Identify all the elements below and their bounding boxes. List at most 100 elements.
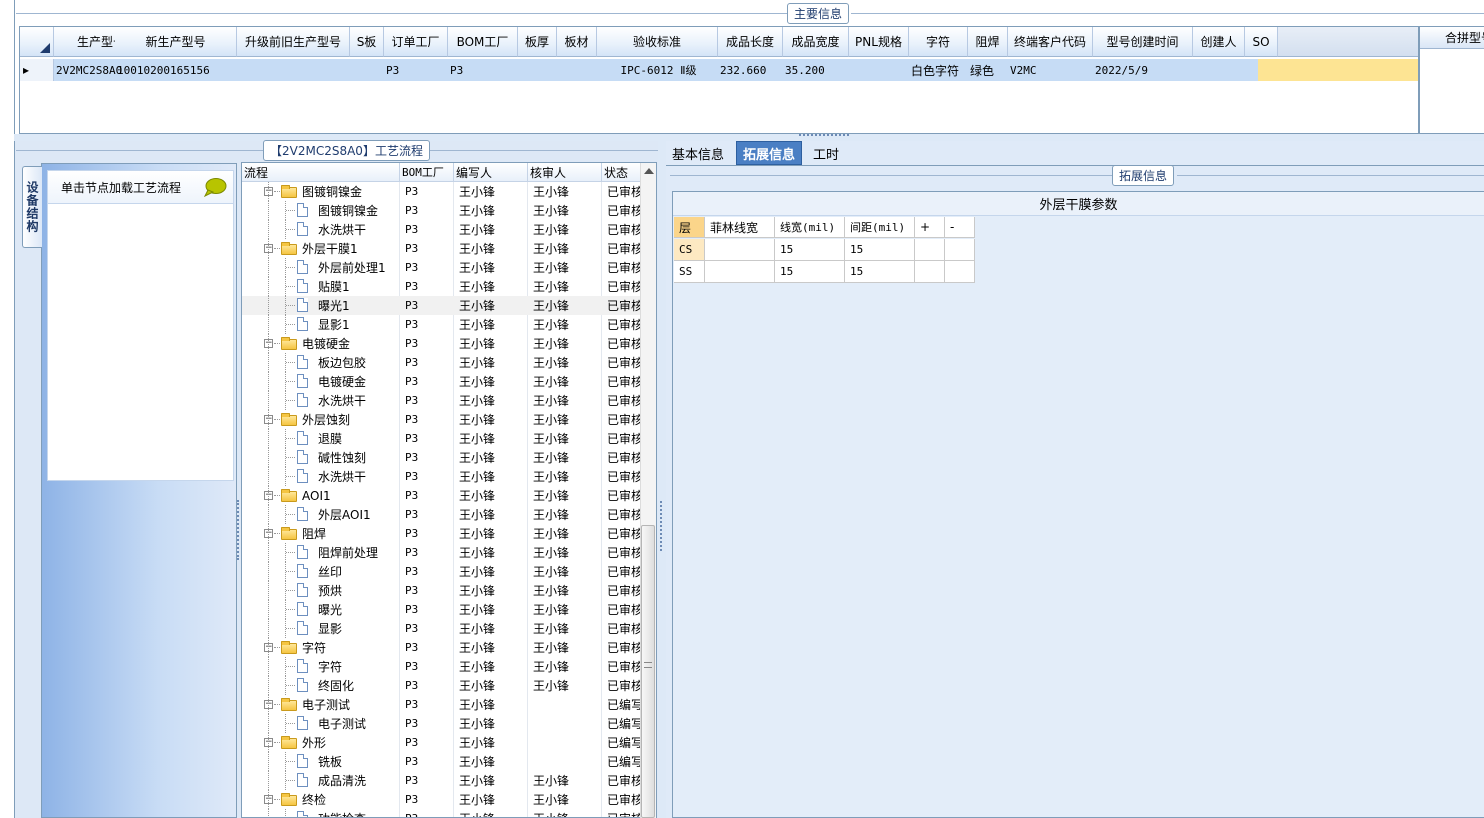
tab-work-hours[interactable]: 工时 xyxy=(807,141,845,165)
tree-node-step[interactable]: 曝光 P3 王小锋 王小锋 已审核 xyxy=(242,600,642,619)
column-header[interactable]: BOM工厂 xyxy=(448,27,518,57)
grid-cell[interactable]: IPC-6012 Ⅱ级 xyxy=(599,59,718,81)
tree-node-step[interactable]: 预烘 P3 王小锋 王小锋 已审核 xyxy=(242,581,642,600)
grid-cell[interactable] xyxy=(1195,59,1245,81)
column-header[interactable]: 成品宽度 xyxy=(783,27,849,57)
column-header[interactable]: 新生产型号 xyxy=(115,27,237,57)
tree-column-header[interactable]: 流程 xyxy=(242,163,400,182)
grid-cell[interactable]: 白色字符 xyxy=(911,59,968,81)
ext-column-header[interactable]: 线宽(mil) xyxy=(775,217,845,238)
column-header[interactable]: 字符 xyxy=(909,27,968,57)
tree-node-step[interactable]: 水洗烘干 P3 王小锋 王小锋 已审核 xyxy=(242,391,642,410)
tree-node-step[interactable]: 电子测试 P3 王小锋 已编写 xyxy=(242,714,642,733)
tree-node-step[interactable]: 阻焊前处理 P3 王小锋 王小锋 已审核 xyxy=(242,543,642,562)
layer-cell[interactable]: SS xyxy=(674,261,705,283)
ext-column-header[interactable]: 间距(mil) xyxy=(845,217,915,238)
grid-cell[interactable] xyxy=(239,59,350,81)
speech-bubble-icon[interactable] xyxy=(203,177,227,197)
tree-node-group[interactable]: − AOI1 P3 王小锋 王小锋 已审核 xyxy=(242,486,642,505)
grid-cell[interactable]: 232.660 xyxy=(720,59,783,81)
tree-column-header[interactable]: 状态 xyxy=(602,163,642,182)
grid-cell[interactable]: 10010200165156 xyxy=(117,59,237,81)
column-header[interactable]: 订单工厂 xyxy=(384,27,448,57)
row-indicator[interactable]: ▸ xyxy=(20,59,54,81)
tree-node-step[interactable]: 终固化 P3 王小锋 王小锋 已审核 xyxy=(242,676,642,695)
grid-cell[interactable] xyxy=(1247,59,1278,81)
tree-node-step[interactable]: 板边包胶 P3 王小锋 王小锋 已审核 xyxy=(242,353,642,372)
tree-node-step[interactable]: 显影 P3 王小锋 王小锋 已审核 xyxy=(242,619,642,638)
tree-node-step[interactable]: 丝印 P3 王小锋 王小锋 已审核 xyxy=(242,562,642,581)
tab-basic-info[interactable]: 基本信息 xyxy=(666,141,730,165)
tree-node-step[interactable]: 铣板 P3 王小锋 已编写 xyxy=(242,752,642,771)
column-header[interactable]: 阻焊 xyxy=(968,27,1008,57)
merge-model-header[interactable]: 合拼型号 xyxy=(1420,27,1484,49)
column-header[interactable]: 终端客户代码 xyxy=(1008,27,1093,57)
column-header[interactable]: 板材 xyxy=(557,27,597,57)
ext-cell[interactable] xyxy=(705,239,775,261)
ext-cell[interactable]: 15 xyxy=(775,239,845,261)
horizontal-splitter[interactable] xyxy=(14,134,1484,141)
tree-node-step[interactable]: 外层AOI1 P3 王小锋 王小锋 已审核 xyxy=(242,505,642,524)
merge-model-panel[interactable]: 合拼型号 xyxy=(1419,26,1484,134)
ext-column-header[interactable]: + xyxy=(915,217,945,238)
grid-cell[interactable]: P3 xyxy=(386,59,448,81)
tree-node-group[interactable]: − 阻焊 P3 王小锋 王小锋 已审核 xyxy=(242,524,642,543)
column-header[interactable]: 板厚 xyxy=(518,27,557,57)
grid-cell[interactable]: 35.200 xyxy=(785,59,849,81)
ext-cell[interactable] xyxy=(915,239,945,261)
tree-node-group[interactable]: − 终检 P3 王小锋 王小锋 已审核 xyxy=(242,790,642,809)
column-header[interactable]: SO xyxy=(1245,27,1278,57)
tree-column-header[interactable]: BOM工厂 xyxy=(400,163,454,182)
scroll-up-arrow-icon[interactable] xyxy=(644,168,654,174)
main-info-grid[interactable]: ▸ 生产型号 2V2MC2S8A0 新生产型号 10010200165156 升级前旧生… xyxy=(19,26,1419,134)
vertical-splitter[interactable] xyxy=(658,141,666,818)
vsplit-grip-icon[interactable] xyxy=(660,501,663,551)
tree-node-group[interactable]: − 电镀硬金 P3 王小锋 王小锋 已审核 xyxy=(242,334,642,353)
tree-node-step[interactable]: 水洗烘干 P3 王小锋 王小锋 已审核 xyxy=(242,467,642,486)
grid-cell[interactable]: P3 xyxy=(450,59,518,81)
ext-cell[interactable]: 15 xyxy=(845,261,915,283)
tree-node-group[interactable]: − 外形 P3 王小锋 已编写 xyxy=(242,733,642,752)
tree-column-header[interactable]: 编写人 xyxy=(454,163,528,182)
tree-node-step[interactable]: 功能检查P3王小锋王小锋已审核 xyxy=(242,809,642,817)
process-tree-grid[interactable]: 流程 BOM工厂 编写人 核审人 状态 − 图镀铜镍金 P3 王小锋 王小锋 已审核 图镀铜镍金 P3 王… xyxy=(241,162,657,818)
grid-cell[interactable]: 2022/5/9 xyxy=(1095,59,1193,81)
tree-node-step[interactable]: 图镀铜镍金 P3 王小锋 王小锋 已审核 xyxy=(242,201,642,220)
tree-node-group[interactable]: − 字符 P3 王小锋 王小锋 已审核 xyxy=(242,638,642,657)
column-header[interactable]: 型号创建时间 xyxy=(1093,27,1193,57)
tree-node-group[interactable]: − 外层蚀刻 P3 王小锋 王小锋 已审核 xyxy=(242,410,642,429)
tree-node-step[interactable]: 字符 P3 王小锋 王小锋 已审核 xyxy=(242,657,642,676)
ext-cell[interactable]: 15 xyxy=(775,261,845,283)
tree-node-step[interactable]: 外层前处理1 P3 王小锋 王小锋 已审核 xyxy=(242,258,642,277)
tree-node-step[interactable]: 电镀硬金 P3 王小锋 王小锋 已审核 xyxy=(242,372,642,391)
column-header[interactable]: 创建人 xyxy=(1193,27,1245,57)
ext-cell[interactable] xyxy=(915,261,945,283)
tree-node-group[interactable]: − 图镀铜镍金 P3 王小锋 王小锋 已审核 xyxy=(242,182,642,201)
column-header[interactable]: PNL规格 xyxy=(849,27,909,57)
tree-node-step[interactable]: 曝光1 P3 王小锋 王小锋 已审核 xyxy=(242,296,642,315)
layer-cell[interactable]: CS xyxy=(674,239,705,261)
device-structure-tab[interactable]: 设备结构 xyxy=(22,166,42,248)
tree-node-group[interactable]: − 外层干膜1 P3 王小锋 王小锋 已审核 xyxy=(242,239,642,258)
ext-cell[interactable] xyxy=(945,261,975,283)
ext-column-header[interactable]: - xyxy=(945,217,975,238)
tree-scroll-thumb[interactable] xyxy=(641,525,655,818)
grid-cell[interactable]: 绿色 xyxy=(970,59,1008,81)
device-structure-tree[interactable] xyxy=(47,204,234,481)
splitter-grip-icon[interactable] xyxy=(799,134,849,137)
column-header[interactable]: 验收标准 xyxy=(597,27,718,57)
tab-extended-info[interactable]: 拓展信息 xyxy=(736,141,803,165)
ext-cell[interactable] xyxy=(705,261,775,283)
tree-column-header[interactable]: 核审人 xyxy=(528,163,602,182)
column-header[interactable]: S板 xyxy=(350,27,384,57)
tree-node-step[interactable]: 水洗烘干 P3 王小锋 王小锋 已审核 xyxy=(242,220,642,239)
column-header[interactable]: 成品长度 xyxy=(718,27,783,57)
tree-node-group[interactable]: − 电子测试 P3 王小锋 已编写 xyxy=(242,695,642,714)
grid-cell[interactable] xyxy=(352,59,384,81)
tree-node-step[interactable]: 贴膜1 P3 王小锋 王小锋 已审核 xyxy=(242,277,642,296)
column-header[interactable]: 升级前旧生产型号 xyxy=(237,27,350,57)
grid-cell[interactable] xyxy=(559,59,597,81)
grid-cell[interactable] xyxy=(520,59,557,81)
grid-cell[interactable] xyxy=(851,59,909,81)
grid-cell[interactable]: V2MC xyxy=(1010,59,1093,81)
